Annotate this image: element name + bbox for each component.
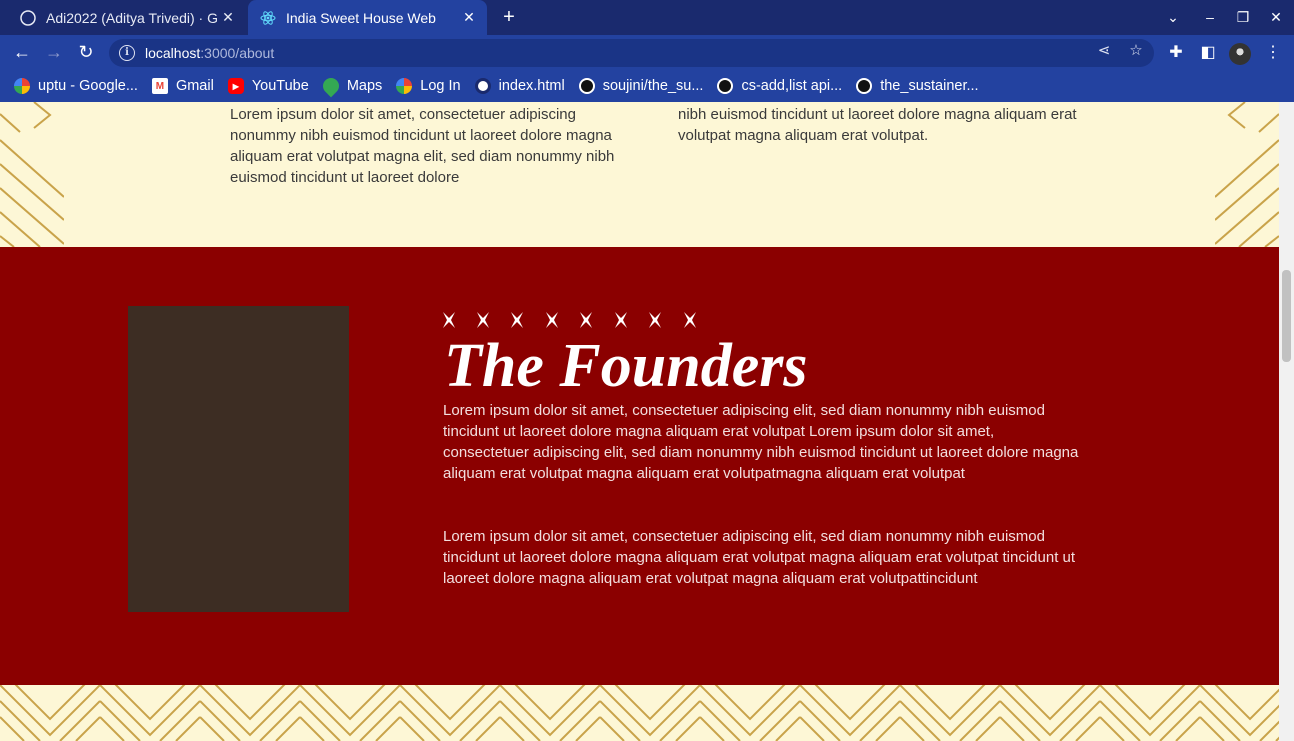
founders-paragraph-1: Lorem ipsum dolor sit amet, consectetuer… — [443, 402, 1079, 482]
bookmark-youtube[interactable]: ▶ YouTube — [227, 78, 309, 94]
site-info-icon[interactable]: i — [119, 45, 135, 61]
chevron-pattern-right — [1215, 102, 1279, 247]
page-scrollbar[interactable] — [1279, 102, 1294, 741]
tab-github-profile[interactable]: Adi2022 (Aditya Trivedi) · G ✕ — [8, 0, 246, 35]
star-decoration — [443, 312, 713, 328]
founders-title: The Founders — [444, 332, 808, 400]
bookmark-index-html[interactable]: index.html — [474, 78, 565, 94]
extensions-puzzle-icon[interactable]: ✚ — [1166, 42, 1186, 62]
maps-icon — [319, 74, 343, 98]
close-icon[interactable]: ✕ — [220, 9, 236, 26]
side-panel-icon[interactable]: ◧ — [1198, 42, 1218, 62]
bookmark-label: cs-add,list api... — [741, 78, 843, 94]
founders-paragraph-2: Lorem ipsum dolor sit amet, consectetuer… — [443, 528, 1076, 587]
new-tab-button[interactable]: + — [498, 6, 520, 28]
close-icon[interactable]: ✕ — [461, 9, 477, 26]
github-icon — [578, 78, 595, 94]
tab-title: Adi2022 (Aditya Trivedi) · G — [46, 9, 218, 26]
about-text-right: nibh euismod tincidunt ut laoreet dolore… — [678, 106, 1077, 144]
bookmark-label: Log In — [420, 78, 461, 94]
bookmark-label: the_sustainer... — [880, 78, 979, 94]
bookmark-label: Gmail — [175, 78, 214, 94]
star-row-icon — [443, 312, 696, 328]
bookmark-login[interactable]: Log In — [396, 78, 461, 94]
gmail-icon: M — [151, 78, 168, 94]
bookmark-soujini[interactable]: soujini/the_su... — [578, 78, 704, 94]
menu-kebab-icon[interactable]: ⋮ — [1263, 42, 1283, 62]
founder-photo-placeholder — [128, 306, 349, 612]
window-close-icon[interactable]: ✕ — [1265, 6, 1287, 28]
bookmark-star-icon[interactable]: ☆ — [1126, 41, 1146, 59]
google-icon — [396, 78, 413, 94]
zigzag-pattern — [0, 685, 1279, 741]
chevron-pattern-left — [0, 102, 64, 247]
page-viewport: Lorem ipsum dolor sit amet, consectetuer… — [0, 102, 1279, 741]
profile-avatar[interactable] — [1229, 43, 1251, 65]
tab-title: India Sweet House Web — [286, 9, 436, 26]
youtube-icon: ▶ — [227, 78, 244, 94]
scrollbar-thumb[interactable] — [1282, 270, 1291, 362]
url-text: localhost:3000/about — [145, 45, 275, 61]
tab-india-sweet-house[interactable]: India Sweet House Web ✕ — [248, 0, 487, 35]
github-icon — [856, 78, 873, 94]
minimize-icon[interactable]: – — [1199, 6, 1221, 28]
google-icon — [14, 78, 30, 94]
bookmark-label: index.html — [498, 78, 565, 94]
bookmark-cs-add[interactable]: cs-add,list api... — [717, 78, 842, 94]
bookmark-gmail[interactable]: M Gmail — [151, 78, 214, 94]
bookmark-maps[interactable]: Maps — [319, 74, 383, 98]
back-arrow-icon[interactable]: ← — [11, 41, 33, 63]
bookmark-label: Maps — [346, 78, 383, 94]
about-text-left: Lorem ipsum dolor sit amet, consectetuer… — [230, 106, 615, 186]
bookmark-label: YouTube — [251, 78, 309, 94]
address-bar[interactable]: i localhost:3000/about — [109, 39, 1154, 67]
github-icon — [20, 9, 36, 26]
bookmark-label: uptu - Google... — [38, 78, 138, 94]
about-text-section: Lorem ipsum dolor sit amet, consectetuer… — [0, 102, 1279, 247]
forward-arrow-icon[interactable]: → — [43, 41, 65, 63]
github-icon — [717, 78, 734, 94]
bookmark-label: soujini/the_su... — [602, 78, 704, 94]
share-icon[interactable]: ⋖ — [1094, 41, 1114, 59]
bottom-pattern-section — [0, 685, 1279, 741]
tab-bar: Adi2022 (Aditya Trivedi) · G ✕ India Swe… — [0, 0, 1294, 35]
restore-icon[interactable]: ❐ — [1232, 6, 1254, 28]
bookmark-the-sustainer[interactable]: the_sustainer... — [856, 78, 979, 94]
reload-icon[interactable]: ↻ — [75, 41, 97, 63]
browser-toolbar: ← → ↻ i localhost:3000/about ⋖ ☆ ✚ ◧ ⋮ — [0, 35, 1294, 70]
globe-icon — [474, 78, 491, 94]
tab-search-chevron-icon[interactable]: ⌄ — [1162, 6, 1184, 28]
react-icon — [260, 10, 276, 26]
founders-section: The Founders Lorem ipsum dolor sit amet,… — [0, 247, 1279, 685]
bookmarks-bar: uptu - Google... M Gmail ▶ YouTube Maps Lo… — [0, 70, 1294, 102]
bookmark-uptu[interactable]: uptu - Google... — [14, 78, 138, 94]
